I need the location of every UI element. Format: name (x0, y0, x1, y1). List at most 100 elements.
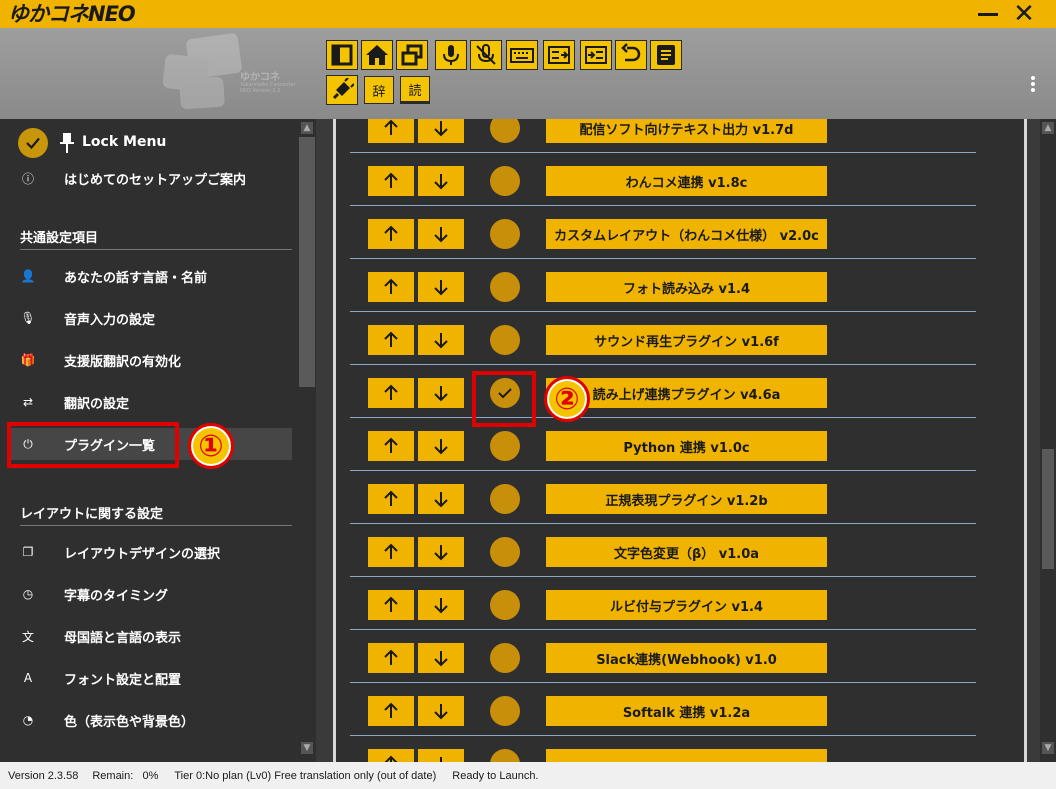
arrow-up-icon (384, 649, 398, 665)
plugin-enable-toggle[interactable] (490, 431, 520, 461)
plugin-name-button[interactable]: Slack連携(Webhook) v1.0 (546, 643, 827, 673)
windows-button[interactable] (396, 40, 428, 70)
scroll-down-arrow[interactable]: ▼ (1042, 742, 1054, 754)
plugin-enable-toggle[interactable] (490, 272, 520, 302)
plugin-name-button[interactable]: わんコメ連携 v1.8c (546, 166, 827, 196)
move-up-button[interactable] (368, 272, 414, 302)
move-down-button[interactable] (418, 272, 464, 302)
plugin-name-button[interactable]: Python 連携 v1.0c (546, 431, 827, 461)
close-button[interactable]: ✕ (1012, 1, 1036, 27)
move-down-button[interactable] (418, 749, 464, 762)
main-scrollbar[interactable]: ▲ ▼ (1040, 119, 1056, 762)
export-button[interactable] (543, 40, 575, 70)
move-up-button[interactable] (368, 219, 414, 249)
plugin-name-button[interactable]: Softalk 連携 v1.2a (546, 696, 827, 726)
plugin-name-button[interactable]: ルビ付与プラグイン v1.4 (546, 590, 827, 620)
more-menu-button[interactable] (1028, 76, 1038, 96)
scroll-up-arrow[interactable]: ▲ (301, 122, 313, 134)
sidebar-item-voice-input[interactable]: 🎙 音声入力の設定 (10, 302, 292, 334)
sidebar-item-translation-settings[interactable]: ⇄ 翻訳の設定 (10, 386, 292, 418)
version-text: Version 2.3.58 (8, 769, 79, 782)
move-down-button[interactable] (418, 643, 464, 673)
document-button[interactable] (650, 40, 682, 70)
move-up-button[interactable] (368, 484, 414, 514)
move-up-button[interactable] (368, 166, 414, 196)
sidebar-item-subtitle-timing[interactable]: ◷ 字幕のタイミング (10, 578, 292, 610)
move-down-button[interactable] (418, 590, 464, 620)
mic-icon (443, 45, 459, 65)
plugin-enable-toggle[interactable] (490, 484, 520, 514)
plugin-enable-toggle[interactable] (490, 590, 520, 620)
keyboard-button[interactable] (506, 40, 538, 70)
plugin-enable-toggle[interactable] (490, 119, 520, 143)
scroll-down-arrow[interactable]: ▼ (301, 742, 313, 754)
arrow-down-icon (434, 439, 448, 455)
move-up-button[interactable] (368, 749, 414, 762)
move-down-button[interactable] (418, 119, 464, 143)
plugin-enable-toggle[interactable] (490, 166, 520, 196)
move-up-button[interactable] (368, 537, 414, 567)
plugin-name-button[interactable]: フォト読み込み v1.4 (546, 272, 827, 302)
plugin-name-button[interactable]: 配信ソフト向けテキスト出力 v1.7d (546, 119, 827, 143)
dictionary-tab[interactable]: 辞 (364, 76, 394, 104)
check-icon (26, 137, 40, 150)
scrollbar-thumb[interactable] (299, 137, 315, 387)
plugin-name-button[interactable]: カスタムレイアウト（わんコメ仕様） v2.0c (546, 219, 827, 249)
plugin-button[interactable] (326, 75, 358, 105)
mic-off-button[interactable] (470, 40, 502, 70)
read-tab[interactable]: 読 (400, 76, 430, 104)
plugin-enable-toggle[interactable] (490, 537, 520, 567)
arrow-down-icon (434, 174, 448, 190)
move-down-button[interactable] (418, 166, 464, 196)
sidebar-item-colors[interactable]: ◔ 色（表示色や背景色） (10, 704, 292, 736)
import-button[interactable] (580, 40, 612, 70)
move-down-button[interactable] (418, 537, 464, 567)
move-up-button[interactable] (368, 590, 414, 620)
arrow-down-icon (434, 651, 448, 667)
move-up-button[interactable] (368, 325, 414, 355)
scrollbar-thumb[interactable] (1042, 449, 1054, 569)
move-down-button[interactable] (418, 378, 464, 408)
translate-icon: ⇄ (22, 395, 34, 409)
plugin-enable-toggle[interactable] (490, 696, 520, 726)
plugin-name-button[interactable] (546, 749, 827, 762)
plugin-name-button[interactable]: サウンド再生プラグイン v1.6f (546, 325, 827, 355)
layout-button[interactable] (326, 40, 358, 70)
move-down-button[interactable] (418, 696, 464, 726)
sidebar-item-layout-design[interactable]: ❐ レイアウトデザインの選択 (10, 536, 292, 568)
move-down-button[interactable] (418, 431, 464, 461)
arrow-down-icon (434, 545, 448, 561)
title-bar: ゆかコネNEO ✕ (0, 0, 1056, 28)
move-up-button[interactable] (368, 696, 414, 726)
sidebar-item-language-name[interactable]: 👤 あなたの話す言語・名前 (10, 260, 292, 292)
scroll-up-arrow[interactable]: ▲ (1042, 122, 1054, 134)
move-down-button[interactable] (418, 484, 464, 514)
plugin-name-button[interactable]: 正規表現プラグイン v1.2b (546, 484, 827, 514)
move-down-button[interactable] (418, 219, 464, 249)
minimize-button[interactable] (978, 6, 1000, 22)
sidebar-item-setup-guide[interactable]: ⓘ はじめてのセットアップご案内 (10, 162, 292, 194)
plugin-enable-toggle[interactable] (490, 643, 520, 673)
plugin-enable-toggle[interactable] (490, 219, 520, 249)
move-up-button[interactable] (368, 643, 414, 673)
layout-icon (331, 44, 353, 66)
sidebar-item-support-translation[interactable]: 🎁 支援版翻訳の有効化 (10, 344, 292, 376)
home-button[interactable] (361, 40, 393, 70)
move-up-button[interactable] (368, 119, 414, 143)
sidebar-item-label: はじめてのセットアップご案内 (64, 172, 247, 188)
move-down-button[interactable] (418, 325, 464, 355)
header: ゆかコネ Yukarinette Connector NEO Version 2… (0, 28, 1056, 119)
mic-button[interactable] (435, 40, 467, 70)
move-up-button[interactable] (368, 431, 414, 461)
plugin-name-button[interactable]: 文字色変更（β） v1.0a (546, 537, 827, 567)
sidebar-item-label: 字幕のタイミング (64, 588, 169, 604)
move-up-button[interactable] (368, 378, 414, 408)
plugin-enable-toggle[interactable] (490, 749, 520, 762)
plugin-enable-toggle[interactable] (490, 325, 520, 355)
undo-button[interactable] (615, 40, 647, 70)
lock-menu-toggle[interactable] (18, 128, 48, 158)
sidebar-item-font-settings[interactable]: A フォント設定と配置 (10, 662, 292, 694)
sidebar-scrollbar[interactable]: ▲ ▼ (298, 119, 316, 762)
sidebar-item-language-display[interactable]: 文 母国語と言語の表示 (10, 620, 292, 652)
arrow-down-icon (434, 333, 448, 349)
